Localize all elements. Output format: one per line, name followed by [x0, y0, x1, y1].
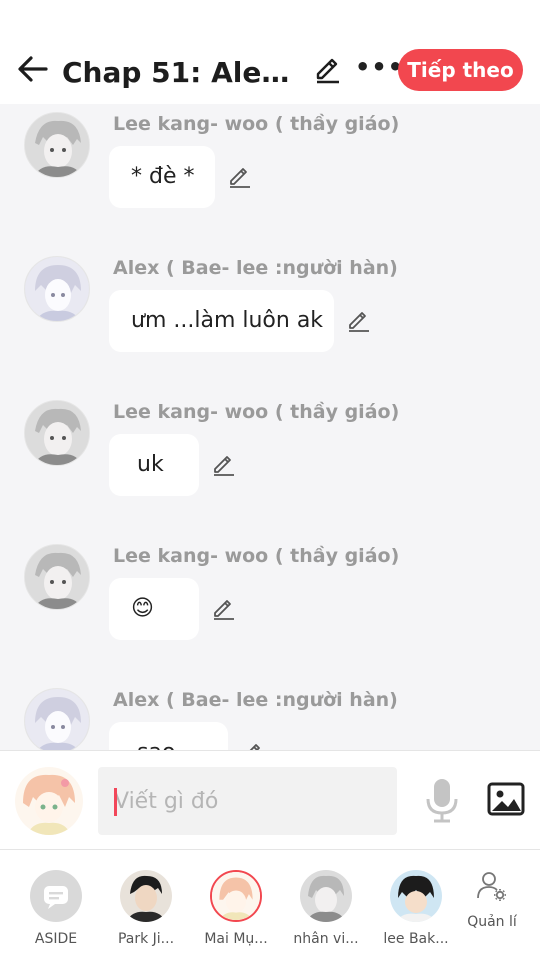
edit-message-pencil-icon[interactable] — [228, 165, 252, 189]
message-bubble[interactable]: uk — [109, 434, 199, 496]
character-name: nhân vi... — [293, 931, 359, 947]
message-composer — [0, 750, 540, 850]
back-arrow-icon[interactable] — [16, 54, 50, 84]
character-park[interactable]: Park Ji... — [101, 870, 191, 947]
message-bubble[interactable]: sao — [109, 722, 228, 750]
character-name: Mai Mụ... — [204, 931, 268, 947]
edit-message-pencil-icon[interactable] — [241, 741, 265, 750]
image-icon[interactable] — [487, 782, 525, 816]
user-settings-icon — [477, 872, 506, 901]
character-name: Park Ji... — [117, 931, 175, 947]
avatar[interactable] — [24, 256, 90, 322]
character-mai[interactable]: Mai Mụ... — [191, 870, 281, 947]
sender-name: Lee kang- woo ( thầy giáo) — [113, 401, 400, 423]
avatar — [300, 870, 352, 922]
top-bar: Chap 51: Alex v... ••• Tiếp theo — [0, 0, 540, 104]
message-item: Lee kang- woo ( thầy giáo) * đè * — [0, 108, 540, 252]
edit-title-pencil-icon[interactable] — [314, 56, 342, 84]
edit-message-pencil-icon[interactable] — [212, 453, 236, 477]
avatar[interactable] — [24, 112, 90, 178]
sender-name: Lee kang- woo ( thầy giáo) — [113, 545, 400, 567]
manage-characters-button[interactable]: Quản lí — [462, 870, 522, 930]
text-cursor — [114, 788, 117, 816]
message-item: Lee kang- woo ( thầy giáo) 😊 — [0, 540, 540, 684]
sender-name: Lee kang- woo ( thầy giáo) — [113, 113, 400, 135]
edit-message-pencil-icon[interactable] — [347, 309, 371, 333]
next-chapter-button[interactable]: Tiếp theo — [398, 49, 523, 91]
manage-label: Quản lí — [467, 914, 517, 930]
message-bubble[interactable]: * đè * — [109, 146, 215, 208]
character-name: lee Bak... — [383, 931, 449, 947]
message-item: Alex ( Bae- lee :người hàn) ưm ...làm lu… — [0, 252, 540, 396]
character-nhan-vien[interactable]: nhân vi... — [281, 870, 371, 947]
chat-area[interactable]: Lee kang- woo ( thầy giáo) * đè * Alex (… — [0, 104, 540, 750]
avatar — [390, 870, 442, 922]
character-aside[interactable]: ASIDE — [11, 870, 101, 947]
avatar[interactable] — [24, 688, 90, 750]
message-bubble[interactable]: 😊 — [109, 578, 199, 640]
avatar-selected — [210, 870, 262, 922]
character-lee[interactable]: lee Bak... — [371, 870, 461, 947]
aside-icon — [30, 870, 82, 922]
message-bubble[interactable]: ưm ...làm luôn ak — [109, 290, 334, 352]
avatar[interactable] — [24, 544, 90, 610]
edit-message-pencil-icon[interactable] — [212, 597, 236, 621]
avatar[interactable] — [24, 400, 90, 466]
character-bar: ASIDE Park Ji... Mai Mụ... nhân vi... le… — [0, 850, 540, 960]
current-character-avatar[interactable] — [15, 767, 83, 835]
microphone-icon[interactable] — [424, 777, 460, 823]
chapter-title[interactable]: Chap 51: Alex v... — [62, 55, 306, 91]
more-options-icon[interactable]: ••• — [355, 55, 403, 80]
message-input[interactable] — [98, 767, 397, 835]
sender-name: Alex ( Bae- lee :người hàn) — [113, 689, 398, 711]
message-item: Alex ( Bae- lee :người hàn) sao — [0, 684, 540, 750]
sender-name: Alex ( Bae- lee :người hàn) — [113, 257, 398, 279]
avatar — [120, 870, 172, 922]
character-name: ASIDE — [34, 931, 78, 947]
message-item: Lee kang- woo ( thầy giáo) uk — [0, 396, 540, 540]
